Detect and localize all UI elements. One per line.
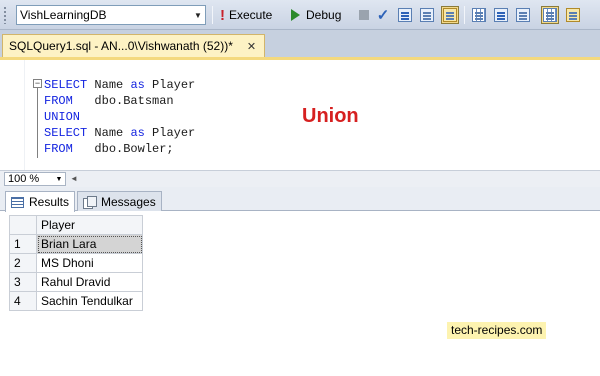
document-tab-strip: SQLQuery1.sql - AN...0\Vishwanath (52))*…: [0, 30, 600, 57]
sql-text: dbo.Batsman: [72, 94, 174, 108]
sql-keyword: FROM: [44, 142, 73, 156]
results-text-icon: [516, 8, 530, 22]
file-icon: [566, 8, 580, 22]
client-statistics-icon: [494, 8, 508, 22]
row-number-header[interactable]: [9, 215, 37, 235]
collapse-toggle-icon[interactable]: −: [33, 79, 42, 88]
watermark: tech-recipes.com: [447, 322, 547, 339]
messages-icon: [83, 195, 97, 209]
tab-sqlquery1[interactable]: SQLQuery1.sql - AN...0\Vishwanath (52))*…: [2, 34, 266, 57]
toolbar-separator: [212, 6, 213, 24]
tab-results-label: Results: [29, 195, 70, 209]
code-line[interactable]: FROM dbo.Batsman: [44, 93, 195, 109]
sql-text: Name: [87, 126, 131, 140]
table-row[interactable]: 1 Brian Lara: [9, 234, 143, 254]
sql-keyword: as: [130, 126, 145, 140]
parse-button[interactable]: ✓: [374, 6, 392, 24]
zoom-bar: 100 % ▼ ◄: [0, 170, 600, 187]
cancel-query-button[interactable]: [355, 6, 373, 24]
sql-keyword: FROM: [44, 94, 73, 108]
player-cell[interactable]: Sachin Tendulkar: [36, 291, 143, 311]
include-plan-button[interactable]: [470, 6, 488, 24]
debug-label: Debug: [306, 8, 342, 22]
table-row[interactable]: 2 MS Dhoni: [9, 253, 143, 273]
execute-icon: !: [220, 6, 225, 24]
player-cell[interactable]: Rahul Dravid: [36, 272, 143, 292]
grid-icon: [11, 196, 24, 208]
editor-margin: [0, 60, 25, 170]
results-to-grid-toggle[interactable]: [441, 6, 459, 24]
execute-label: Execute: [229, 8, 273, 22]
results-to-text-button[interactable]: [514, 6, 532, 24]
sql-keyword: as: [130, 78, 145, 92]
overlay-title: Union: [302, 105, 359, 127]
sql-text: Player: [144, 78, 196, 92]
database-select[interactable]: VishLearningDB ▼: [16, 5, 206, 25]
row-number[interactable]: 2: [9, 253, 37, 273]
chevron-down-icon[interactable]: ▼: [191, 6, 205, 24]
row-number[interactable]: 4: [9, 291, 37, 311]
grid-header-row: Player: [9, 215, 143, 235]
results-file-button[interactable]: [564, 6, 582, 24]
outline-line: [37, 88, 38, 158]
stop-icon: [359, 10, 369, 20]
toolbar-grip[interactable]: [3, 6, 7, 24]
code-area[interactable]: SELECT Name as Player FROM dbo.Batsman UNI…: [44, 77, 195, 157]
tab-title: SQLQuery1.sql - AN...0\Vishwanath (52))*: [9, 39, 233, 53]
sql-keyword: SELECT: [44, 126, 88, 140]
results-tab-strip: Results Messages: [0, 187, 600, 212]
results-grid-button[interactable]: [541, 6, 559, 24]
grid-icon: [543, 8, 557, 22]
table-row[interactable]: 3 Rahul Dravid: [9, 272, 143, 292]
chevron-down-icon[interactable]: ▼: [53, 176, 65, 183]
actual-plan-icon: [472, 8, 486, 22]
row-number[interactable]: 1: [9, 234, 37, 254]
player-cell[interactable]: MS Dhoni: [36, 253, 143, 273]
tab-messages-label: Messages: [101, 194, 156, 209]
sql-text: Name: [87, 78, 131, 92]
display-plan-button[interactable]: [396, 6, 414, 24]
query-editor[interactable]: − SELECT Name as Player FROM dbo.Batsman U…: [0, 60, 600, 170]
estimated-plan-icon: [398, 8, 412, 22]
tab-messages[interactable]: Messages: [77, 191, 162, 211]
code-line[interactable]: SELECT Name as Player: [44, 125, 195, 141]
table-row[interactable]: 4 Sachin Tendulkar: [9, 291, 143, 311]
client-statistics-button[interactable]: [492, 6, 510, 24]
code-line[interactable]: FROM dbo.Bowler;: [44, 141, 195, 157]
toolbar-separator: [464, 6, 465, 24]
sql-text: Player: [144, 126, 196, 140]
column-header-player[interactable]: Player: [36, 215, 143, 235]
sql-keyword: SELECT: [44, 78, 88, 92]
query-designer-button[interactable]: [418, 6, 436, 24]
player-cell[interactable]: Brian Lara: [36, 234, 143, 254]
close-icon[interactable]: ✕: [247, 40, 256, 53]
zoom-value: 100 %: [8, 173, 40, 185]
results-grid[interactable]: Player 1 Brian Lara 2 MS Dhoni 3 Rahul Dravid…: [9, 215, 143, 311]
debug-button[interactable]: Debug: [291, 5, 341, 25]
sql-text: dbo.Bowler;: [72, 142, 174, 156]
code-line[interactable]: SELECT Name as Player: [44, 77, 195, 93]
debug-play-icon: [291, 9, 300, 21]
tab-results[interactable]: Results: [5, 191, 76, 212]
toolbar: VishLearningDB ▼ ! Execute Debug ✓: [0, 0, 600, 30]
code-line[interactable]: UNION: [44, 109, 195, 125]
query-designer-icon: [420, 8, 434, 22]
results-grid-icon: [443, 8, 457, 22]
scroll-left-icon[interactable]: ◄: [70, 174, 78, 183]
sql-keyword: UNION: [44, 110, 81, 124]
check-icon: ✓: [376, 7, 390, 24]
database-select-value: VishLearningDB: [20, 8, 107, 22]
zoom-select[interactable]: 100 % ▼: [4, 172, 66, 186]
row-number[interactable]: 3: [9, 272, 37, 292]
results-pane: Results Messages Player 1 Brian Lara 2 MS D…: [0, 187, 600, 376]
execute-button[interactable]: ! Execute: [220, 5, 272, 25]
